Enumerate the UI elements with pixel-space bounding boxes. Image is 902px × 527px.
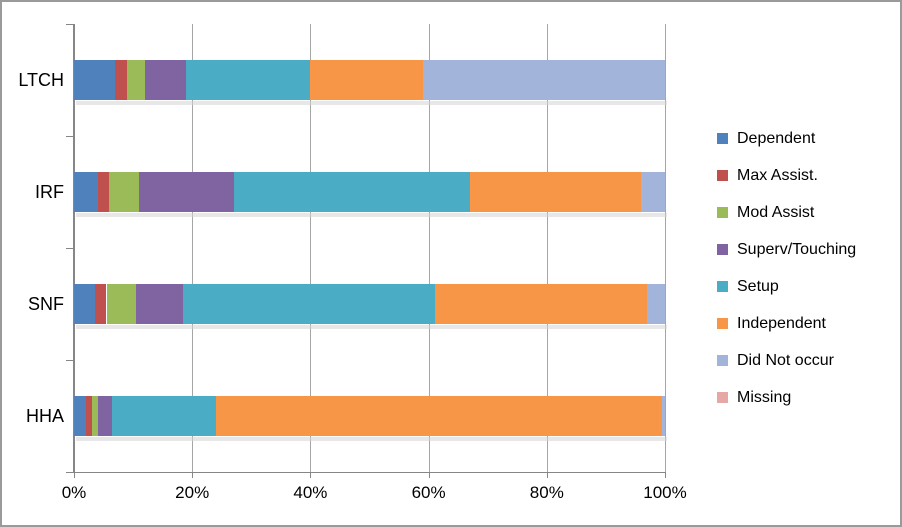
y-axis-tick bbox=[66, 360, 73, 361]
bar-segment[interactable] bbox=[109, 172, 139, 212]
x-axis-line bbox=[73, 472, 666, 473]
chart-screenshot: LTCH IRF SNF HHA 0% 20% 40% 60% 80% 100% Depende… bbox=[0, 0, 902, 527]
bar-row bbox=[74, 284, 665, 324]
bar-segment[interactable] bbox=[144, 60, 187, 100]
legend-swatch-icon bbox=[717, 392, 728, 403]
bar-shadow bbox=[76, 325, 667, 329]
legend-swatch-icon bbox=[717, 355, 728, 366]
y-axis-category-label: IRF bbox=[35, 182, 64, 202]
x-axis-tick bbox=[428, 472, 430, 478]
bar-segment[interactable] bbox=[136, 284, 184, 324]
bar-segment[interactable] bbox=[186, 60, 311, 100]
bar-segment[interactable] bbox=[112, 396, 216, 436]
x-axis-labels: 0% 20% 40% 60% 80% 100% bbox=[2, 483, 722, 509]
legend-item[interactable]: Superv/Touching bbox=[717, 231, 897, 268]
bar-segment[interactable] bbox=[115, 60, 128, 100]
legend-swatch-icon bbox=[717, 207, 728, 218]
legend-item[interactable]: Mod Assist bbox=[717, 194, 897, 231]
legend-label: Superv/Touching bbox=[737, 240, 857, 258]
x-axis-tick-label: 100% bbox=[643, 483, 687, 502]
x-axis-tick-label: 80% bbox=[529, 483, 564, 502]
x-axis-tick bbox=[74, 472, 75, 478]
bar-segment[interactable] bbox=[434, 284, 648, 324]
legend-swatch-icon bbox=[717, 281, 728, 292]
bar-segment[interactable] bbox=[647, 284, 665, 324]
y-axis-tick bbox=[66, 472, 73, 473]
legend-item[interactable]: Independent bbox=[717, 305, 897, 342]
bar-segment[interactable] bbox=[422, 60, 665, 100]
legend-label: Missing bbox=[737, 388, 792, 406]
x-axis-tick bbox=[546, 472, 548, 478]
bar-segment[interactable] bbox=[215, 396, 663, 436]
bar-segment[interactable] bbox=[94, 284, 107, 324]
y-axis-category-label: SNF bbox=[28, 294, 64, 314]
bar-segment[interactable] bbox=[97, 396, 113, 436]
x-axis-tick bbox=[665, 472, 666, 478]
y-axis-tick bbox=[66, 24, 73, 25]
bar-shadow bbox=[76, 213, 667, 217]
legend-item[interactable]: Max Assist. bbox=[717, 157, 897, 194]
bar-segment[interactable] bbox=[74, 396, 86, 436]
legend-item[interactable]: Dependent bbox=[717, 120, 897, 157]
bar-segment[interactable] bbox=[641, 172, 665, 212]
legend-swatch-icon bbox=[717, 133, 728, 144]
bar-segment[interactable] bbox=[106, 284, 137, 324]
bar-segment[interactable] bbox=[97, 172, 110, 212]
bar-segment[interactable] bbox=[127, 60, 145, 100]
legend-label: Dependent bbox=[737, 129, 816, 147]
bar-segment[interactable] bbox=[469, 172, 642, 212]
bar-segment[interactable] bbox=[233, 172, 470, 212]
plot-area bbox=[74, 24, 667, 472]
x-axis-tick-label: 20% bbox=[175, 483, 210, 502]
legend-label: Mod Assist bbox=[737, 203, 815, 221]
legend-item[interactable]: Missing bbox=[717, 379, 897, 416]
x-axis-tick-label: 0% bbox=[61, 483, 87, 502]
legend-label: Setup bbox=[737, 277, 779, 295]
legend-swatch-icon bbox=[717, 244, 728, 255]
bar-segment[interactable] bbox=[74, 172, 98, 212]
y-axis-category-label: LTCH bbox=[18, 70, 64, 90]
bar-segment[interactable] bbox=[183, 284, 435, 324]
legend-label: Max Assist. bbox=[737, 166, 818, 184]
gridline bbox=[665, 24, 666, 472]
x-axis-tick bbox=[310, 472, 312, 478]
bar-row bbox=[74, 172, 665, 212]
bar-shadow bbox=[76, 437, 667, 441]
bar-segment[interactable] bbox=[139, 172, 234, 212]
bar-segment[interactable] bbox=[74, 60, 116, 100]
y-axis-line bbox=[73, 24, 74, 473]
bar-row bbox=[74, 396, 665, 436]
legend-item[interactable]: Did Not occur bbox=[717, 342, 897, 379]
stacked-bar-chart: LTCH IRF SNF HHA 0% 20% 40% 60% 80% 100% Depende… bbox=[2, 2, 900, 525]
y-axis-tick bbox=[66, 136, 73, 137]
x-axis-tick bbox=[192, 472, 194, 478]
bar-segment[interactable] bbox=[662, 396, 665, 436]
x-axis-tick-label: 40% bbox=[293, 483, 328, 502]
bar-shadow bbox=[76, 101, 667, 105]
legend-label: Did Not occur bbox=[737, 351, 834, 369]
chart-legend: Dependent Max Assist. Mod Assist Superv/Tou… bbox=[717, 120, 897, 416]
y-axis-category-label: HHA bbox=[25, 406, 64, 426]
legend-label: Independent bbox=[737, 314, 826, 332]
legend-swatch-icon bbox=[717, 170, 728, 181]
bar-row bbox=[74, 60, 665, 100]
legend-item[interactable]: Setup bbox=[717, 268, 897, 305]
y-axis-tick bbox=[66, 248, 73, 249]
legend-swatch-icon bbox=[717, 318, 728, 329]
bar-segment[interactable] bbox=[74, 284, 95, 324]
y-axis-labels: LTCH IRF SNF HHA bbox=[2, 24, 64, 472]
bar-segment[interactable] bbox=[310, 60, 423, 100]
x-axis-tick-label: 60% bbox=[411, 483, 446, 502]
